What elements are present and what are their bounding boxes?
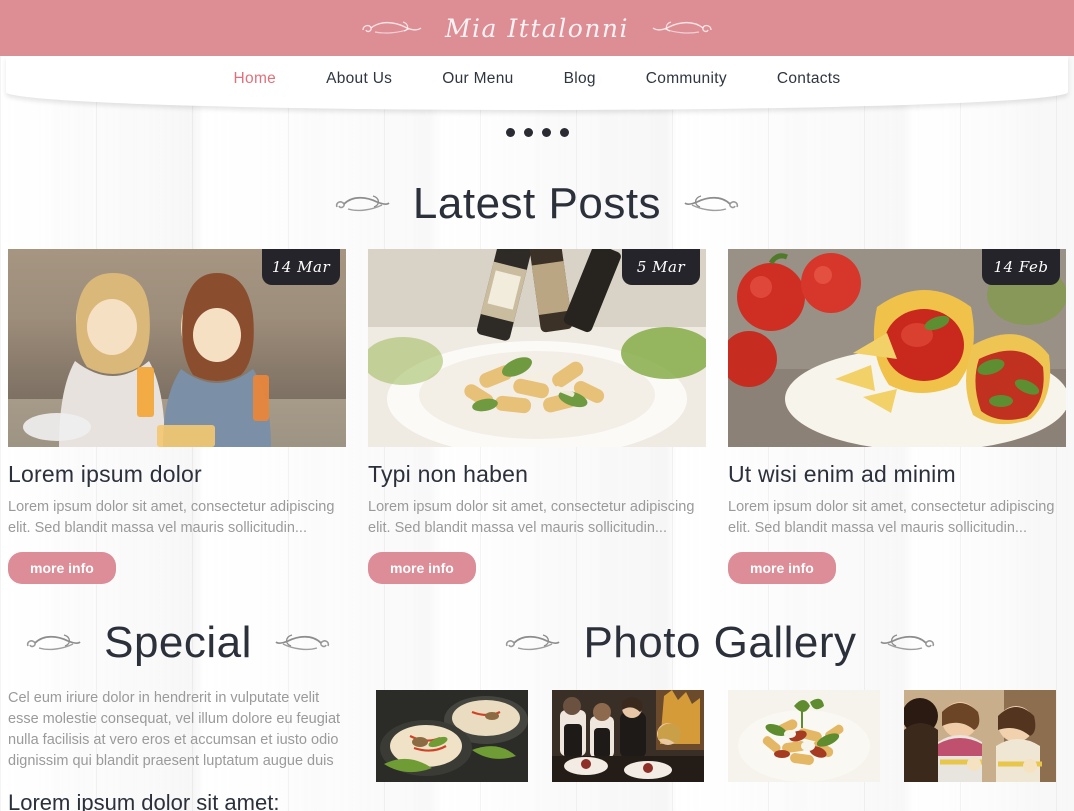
post-date-badge: 14 Feb: [982, 249, 1060, 285]
nav-item-community[interactable]: Community: [621, 70, 752, 88]
slider-dot-4[interactable]: [559, 128, 569, 137]
slider-dot-1[interactable]: [505, 128, 515, 137]
photo-gallery-heading: Photo Gallery: [374, 618, 1066, 668]
site-header: Mia Ittalonni: [0, 0, 1074, 56]
photo-gallery-grid: [374, 690, 1066, 783]
slider-dot-2[interactable]: [523, 128, 533, 137]
post-title[interactable]: Ut wisi enim ad minim: [728, 461, 1066, 488]
ornament-left-icon: [503, 630, 561, 656]
slider-dot-3[interactable]: [541, 128, 551, 137]
post-excerpt: Lorem ipsum dolor sit amet, consectetur …: [728, 499, 1055, 536]
ornament-left-icon: [333, 191, 391, 217]
section-title-photo-gallery: Photo Gallery: [583, 618, 857, 668]
nav-item-our-menu[interactable]: Our Menu: [417, 70, 538, 88]
post-thumbnail[interactable]: 5 Mar: [368, 249, 706, 447]
site-title: Mia Ittalonni: [444, 13, 630, 43]
slider-pagination: [0, 128, 1074, 137]
nav-item-contacts[interactable]: Contacts: [752, 70, 866, 88]
family-eating-photo: [904, 690, 1056, 783]
ornament-right-icon: [683, 191, 741, 217]
ornament-right-icon: [879, 630, 937, 656]
special-heading: Special: [8, 618, 348, 668]
post-thumbnail[interactable]: 14 Feb: [728, 249, 1066, 447]
special-body-text: Cel eum iriure dolor in hendrerit in vul…: [8, 690, 341, 770]
post-excerpt: Lorem ipsum dolor sit amet, consectetur …: [8, 499, 335, 536]
ornament-right-icon: [274, 630, 332, 656]
ornament-left-icon: [24, 630, 82, 656]
section-title-latest-posts: Latest Posts: [412, 179, 662, 228]
special-subtitle: Lorem ipsum dolor sit amet:: [8, 790, 280, 811]
latest-posts-heading: Latest Posts: [0, 179, 1074, 229]
post-card: 14 Feb Ut wisi enim ad minim Lorem ipsum…: [728, 249, 1066, 585]
gallery-item[interactable]: [728, 690, 880, 783]
bottom-sections: Special Cel eum iriure dolor in hendreri…: [0, 618, 1074, 811]
flourish-left-icon: [361, 18, 423, 38]
flourish-right-icon: [651, 18, 713, 38]
post-date-badge: 5 Mar: [622, 249, 700, 285]
post-thumbnail[interactable]: 14 Mar: [8, 249, 346, 447]
brand: Mia Ittalonni: [361, 14, 713, 43]
gallery-item[interactable]: [376, 690, 528, 783]
nav-list: Home About Us Our Menu Blog Community Co…: [6, 56, 1068, 102]
post-date-badge: 14 Mar: [262, 249, 340, 285]
post-card: 14 Mar Lorem ipsum dolor Lorem ipsum dol…: [8, 249, 346, 585]
restaurant-diners-photo: [552, 690, 704, 783]
post-card: 5 Mar Typi non haben Lorem ipsum dolor s…: [368, 249, 706, 585]
more-info-button[interactable]: more info: [8, 552, 116, 585]
post-title[interactable]: Lorem ipsum dolor: [8, 461, 346, 488]
more-info-button[interactable]: more info: [368, 552, 476, 585]
more-info-button[interactable]: more info: [728, 552, 836, 585]
post-excerpt: Lorem ipsum dolor sit amet, consectetur …: [368, 499, 695, 536]
post-title[interactable]: Typi non haben: [368, 461, 706, 488]
noodle-bowls-photo: [376, 690, 528, 783]
penne-pasta-photo: [728, 690, 880, 783]
nav-item-about-us[interactable]: About Us: [301, 70, 417, 88]
gallery-item[interactable]: [904, 690, 1056, 783]
special-section: Special Cel eum iriure dolor in hendreri…: [8, 618, 348, 811]
photo-gallery-section: Photo Gallery: [374, 618, 1066, 811]
nav-item-blog[interactable]: Blog: [539, 70, 621, 88]
gallery-item[interactable]: [552, 690, 704, 783]
nav-item-home[interactable]: Home: [209, 70, 302, 88]
main-navigation: Home About Us Our Menu Blog Community Co…: [6, 56, 1068, 110]
latest-posts-list: 14 Mar Lorem ipsum dolor Lorem ipsum dol…: [0, 249, 1074, 585]
section-title-special: Special: [104, 618, 252, 668]
